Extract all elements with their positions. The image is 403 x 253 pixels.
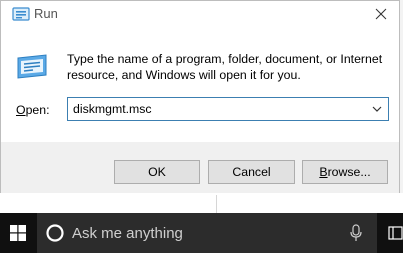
- open-label-text: pen:: [25, 103, 50, 117]
- dropdown-button[interactable]: [370, 102, 384, 116]
- task-view-icon[interactable]: [388, 226, 403, 240]
- taskbar: Ask me anything: [0, 213, 403, 253]
- browse-accelerator: B: [319, 165, 328, 179]
- open-label-accelerator: O: [16, 103, 26, 117]
- ok-button[interactable]: OK: [114, 160, 200, 184]
- open-input[interactable]: [68, 98, 363, 120]
- windows-logo-icon: [9, 225, 26, 241]
- chevron-down-icon: [372, 106, 382, 112]
- browse-label: rowse...: [327, 165, 371, 179]
- run-program-icon: [15, 52, 49, 80]
- search-box[interactable]: Ask me anything: [37, 213, 377, 253]
- cortana-icon: [46, 224, 64, 242]
- open-label: Open:: [16, 103, 50, 117]
- instruction-text: Type the name of a program, folder, docu…: [67, 52, 383, 82]
- run-dialog: Run Type the name of a program, folder, …: [0, 0, 400, 193]
- cancel-button[interactable]: Cancel: [208, 160, 295, 184]
- background-divider: [216, 195, 217, 213]
- run-icon: [12, 7, 30, 21]
- background-desktop: [0, 193, 403, 213]
- microphone-icon[interactable]: [349, 224, 363, 242]
- window-title: Run: [34, 6, 58, 21]
- open-combobox[interactable]: [67, 97, 389, 121]
- start-button[interactable]: [0, 213, 35, 253]
- close-button[interactable]: [369, 3, 393, 25]
- search-placeholder: Ask me anything: [72, 225, 183, 242]
- browse-button[interactable]: Browse...: [302, 160, 388, 184]
- close-icon: [375, 8, 387, 20]
- title-bar[interactable]: Run: [1, 1, 399, 29]
